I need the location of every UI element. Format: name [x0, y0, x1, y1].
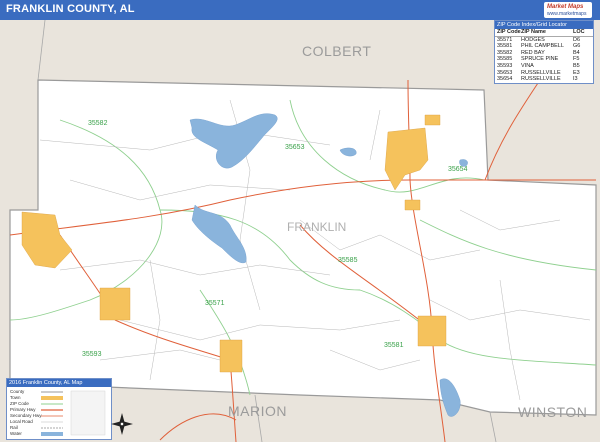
table-row: 35653 RUSSELLVILLE E3: [495, 70, 593, 77]
cell-loc: F5: [573, 56, 580, 63]
cell-loc: B4: [573, 49, 580, 56]
cell-zip: 35654: [497, 76, 513, 83]
cell-zip: 35653: [497, 69, 513, 76]
cell-loc: D6: [573, 36, 581, 43]
cell-name: RUSSELLVILLE: [521, 69, 561, 76]
zip-label: 35653: [285, 144, 305, 151]
zip-label: 35582: [88, 120, 108, 127]
table-row: 35585 SPRUCE PINE F5: [495, 56, 593, 63]
cell-zip: 35581: [497, 43, 513, 50]
zip-label: 35593: [82, 351, 102, 358]
neighbor-marion: MARION: [228, 403, 287, 419]
cell-name: VINA: [521, 62, 534, 69]
cell-zip: 35582: [497, 49, 513, 56]
cell-zip: 35585: [497, 56, 513, 63]
neighbor-winston: WINSTON: [518, 404, 588, 420]
zip-label: 35581: [384, 342, 404, 349]
table-row: 35593 VINA B5: [495, 63, 593, 70]
map-legend: 2016 Franklin County, AL Map County Town…: [6, 378, 112, 440]
zip-table-title: ZIP Code Index/Grid Locator: [495, 21, 593, 29]
cell-zip: 35571: [497, 36, 513, 43]
header-zip: ZIP Code: [497, 29, 521, 35]
table-row: 35654 RUSSELLVILLE I3: [495, 76, 593, 83]
cell-name: SPRUCE PINE: [521, 56, 559, 63]
zip-label: 35585: [338, 257, 358, 264]
neighbor-colbert: COLBERT: [302, 43, 372, 59]
table-row: 35581 PHIL CAMPBELL G6: [495, 43, 593, 50]
brand-logo[interactable]: Market Maps www.marketmaps: [544, 2, 592, 18]
map-title: FRANKLIN COUNTY, AL: [6, 3, 135, 15]
table-row: 35582 RED BAY B4: [495, 50, 593, 57]
cell-loc: G6: [573, 43, 581, 50]
cell-name: RED BAY: [521, 49, 545, 56]
logo-brand: Market Maps: [547, 4, 584, 10]
cell-loc: E3: [573, 69, 580, 76]
north-arrow-icon: [111, 413, 133, 435]
header-loc: LOC: [573, 29, 585, 35]
county-name: FRANKLIN: [287, 220, 347, 234]
cell-loc: I3: [573, 76, 578, 83]
legend-symbols: [41, 390, 106, 436]
zip-table-header: ZIP Code ZIP Name LOC: [495, 29, 593, 37]
cell-name: HODGES: [521, 36, 545, 43]
header-name: ZIP Name: [521, 29, 546, 35]
logo-sub: www.marketmaps: [547, 11, 587, 17]
cell-zip: 35593: [497, 62, 513, 69]
cell-name: PHIL CAMPBELL: [521, 43, 564, 50]
zip-label: 35571: [205, 300, 225, 307]
cell-name: RUSSELLVILLE: [521, 76, 561, 83]
zip-label: 35654: [448, 166, 468, 173]
title-bar: FRANKLIN COUNTY, AL Market Maps www.mark…: [0, 0, 600, 20]
table-row: 35571 HODGES D6: [495, 37, 593, 44]
zip-index-table: ZIP Code Index/Grid Locator ZIP Code ZIP…: [494, 20, 594, 84]
cell-loc: B5: [573, 62, 580, 69]
